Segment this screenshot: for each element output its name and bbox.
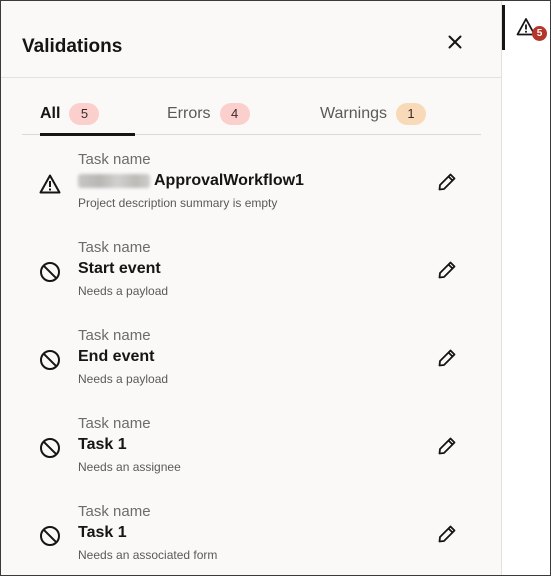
edit-button[interactable]	[435, 522, 459, 546]
list-item: Task name ApprovalWorkflow1 Project desc…	[1, 137, 501, 225]
validation-tabs: All 5 Errors 4 Warnings 1	[22, 93, 481, 136]
edit-button[interactable]	[435, 346, 459, 370]
item-description: Needs a payload	[78, 284, 169, 298]
pencil-icon	[438, 173, 456, 191]
pencil-icon	[438, 349, 456, 367]
error-icon	[40, 526, 60, 546]
close-button[interactable]	[441, 28, 469, 56]
item-caption: Task name	[78, 503, 151, 520]
validations-window: Validations All 5 Errors 4 Warnings 1 Ta…	[0, 0, 551, 576]
tab-count-badge: 1	[395, 102, 426, 125]
edit-button[interactable]	[435, 434, 459, 458]
item-caption: Task name	[78, 327, 151, 344]
item-caption: Task name	[78, 415, 151, 432]
side-toolbar: 5	[501, 1, 550, 575]
validation-list: Task name ApprovalWorkflow1 Project desc…	[1, 137, 501, 575]
edit-button[interactable]	[435, 258, 459, 282]
item-name-text: ApprovalWorkflow1	[154, 172, 304, 189]
pencil-icon	[438, 525, 456, 543]
item-description: Needs an assignee	[78, 460, 181, 474]
item-description: Needs an associated form	[78, 548, 218, 562]
active-indicator	[502, 5, 505, 50]
error-icon	[40, 262, 60, 282]
edit-button[interactable]	[435, 170, 459, 194]
validation-count-badge: 5	[532, 26, 547, 41]
item-name: End event	[78, 348, 155, 365]
validations-panel: Validations All 5 Errors 4 Warnings 1 Ta…	[1, 1, 501, 575]
item-description: Project description summary is empty	[78, 196, 278, 210]
tab-errors[interactable]: Errors 4	[167, 93, 250, 134]
panel-header: Validations	[1, 1, 501, 78]
tab-warnings[interactable]: Warnings 1	[320, 93, 426, 134]
pencil-icon	[438, 261, 456, 279]
panel-title: Validations	[22, 36, 123, 57]
tab-count-badge: 5	[69, 102, 100, 125]
tab-label: Errors	[167, 104, 211, 122]
list-item: Task name Task 1 Needs an associated for…	[1, 489, 501, 575]
error-icon	[40, 350, 60, 370]
item-name: Task 1	[78, 524, 127, 541]
close-icon	[448, 35, 462, 49]
list-item: Task name Task 1 Needs an assignee	[1, 401, 501, 489]
item-caption: Task name	[78, 239, 151, 256]
tab-all[interactable]: All 5	[40, 93, 136, 136]
item-description: Needs a payload	[78, 372, 169, 386]
list-item: Task name Start event Needs a payload	[1, 225, 501, 313]
redacted-text	[78, 174, 150, 188]
item-name: ApprovalWorkflow1	[78, 172, 304, 190]
list-item: Task name End event Needs a payload	[1, 313, 501, 401]
tab-count-badge: 4	[219, 102, 250, 125]
item-name: Task 1	[78, 436, 127, 453]
item-name: Start event	[78, 260, 161, 277]
error-icon	[40, 438, 60, 458]
tab-label: Warnings	[320, 104, 387, 122]
item-caption: Task name	[78, 151, 151, 168]
warning-icon	[39, 174, 61, 194]
validations-toggle-button[interactable]: 5	[516, 17, 548, 43]
pencil-icon	[438, 437, 456, 455]
tab-label: All	[40, 104, 61, 122]
